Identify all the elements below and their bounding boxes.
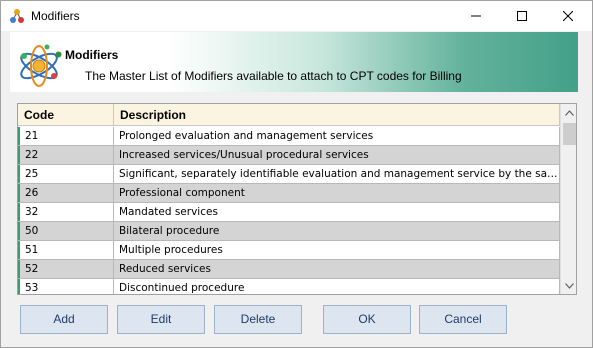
description-cell: Multiple procedures (114, 241, 560, 259)
close-icon (563, 11, 573, 21)
maximize-icon (517, 11, 527, 21)
description-cell: Prolonged evaluation and management serv… (114, 127, 560, 145)
description-cell: Bilateral procedure (114, 222, 560, 240)
table-row[interactable]: 52 Reduced services (18, 260, 560, 279)
description-cell: Increased services/Unusual procedural se… (114, 146, 560, 164)
description-cell: Significant, separately identifiable eva… (114, 165, 560, 183)
table-row[interactable]: 22 Increased services/Unusual procedural… (18, 146, 560, 165)
code-cell: 21 (18, 127, 114, 145)
banner-title: Modifiers (65, 48, 119, 62)
minimize-icon (471, 15, 481, 17)
code-cell: 52 (18, 260, 114, 278)
delete-button[interactable]: Delete (214, 305, 302, 334)
code-cell: 53 (18, 279, 114, 294)
cancel-button[interactable]: Cancel (419, 305, 507, 334)
code-cell: 51 (18, 241, 114, 259)
ok-button[interactable]: OK (323, 305, 411, 334)
code-cell: 22 (18, 146, 114, 164)
table-row[interactable]: 50 Bilateral procedure (18, 222, 560, 241)
bullet-icon (55, 51, 62, 58)
code-cell: 26 (18, 184, 114, 202)
description-cell: Professional component (114, 184, 560, 202)
window-title: Modifiers (31, 9, 80, 23)
description-cell: Mandated services (114, 203, 560, 221)
table-row[interactable]: 53 Discontinued procedure (18, 279, 560, 294)
column-header-code[interactable]: Code (18, 104, 114, 126)
grid-body: 21 Prolonged evaluation and management s… (18, 127, 560, 294)
table-row[interactable]: 51 Multiple procedures (18, 241, 560, 260)
header-banner: Modifiers The Master List of Modifiers a… (10, 32, 578, 92)
maximize-button[interactable] (499, 1, 545, 31)
table-row[interactable]: 32 Mandated services (18, 203, 560, 222)
molecule-icon (9, 8, 25, 24)
modifiers-window: Modifiers Modifiers The Master List of M… (0, 0, 593, 348)
edit-button[interactable]: Edit (117, 305, 205, 334)
table-row[interactable]: 25 Significant, separately identifiable … (18, 165, 560, 184)
code-cell: 32 (18, 203, 114, 221)
title-bar[interactable]: Modifiers (1, 1, 592, 31)
scroll-up-button[interactable] (561, 104, 576, 121)
table-row[interactable]: 26 Professional component (18, 184, 560, 203)
chevron-down-icon (565, 282, 574, 289)
description-cell: Reduced services (114, 260, 560, 278)
code-cell: 50 (18, 222, 114, 240)
table-row[interactable]: 21 Prolonged evaluation and management s… (18, 127, 560, 146)
close-button[interactable] (545, 1, 591, 31)
chevron-up-icon (565, 109, 574, 116)
scrollbar-thumb[interactable] (563, 123, 576, 145)
description-cell: Discontinued procedure (114, 279, 560, 294)
minimize-button[interactable] (453, 1, 499, 31)
modifiers-grid[interactable]: Code Description 21 Prolonged evaluation… (17, 103, 577, 295)
add-button[interactable]: Add (20, 305, 108, 334)
column-header-description[interactable]: Description (114, 104, 560, 126)
code-cell: 25 (18, 165, 114, 183)
scroll-down-button[interactable] (561, 277, 576, 294)
atom-icon (16, 40, 62, 88)
grid-header: Code Description (18, 104, 560, 126)
vertical-scrollbar[interactable] (560, 104, 576, 294)
banner-description: The Master List of Modifiers available t… (85, 69, 462, 83)
